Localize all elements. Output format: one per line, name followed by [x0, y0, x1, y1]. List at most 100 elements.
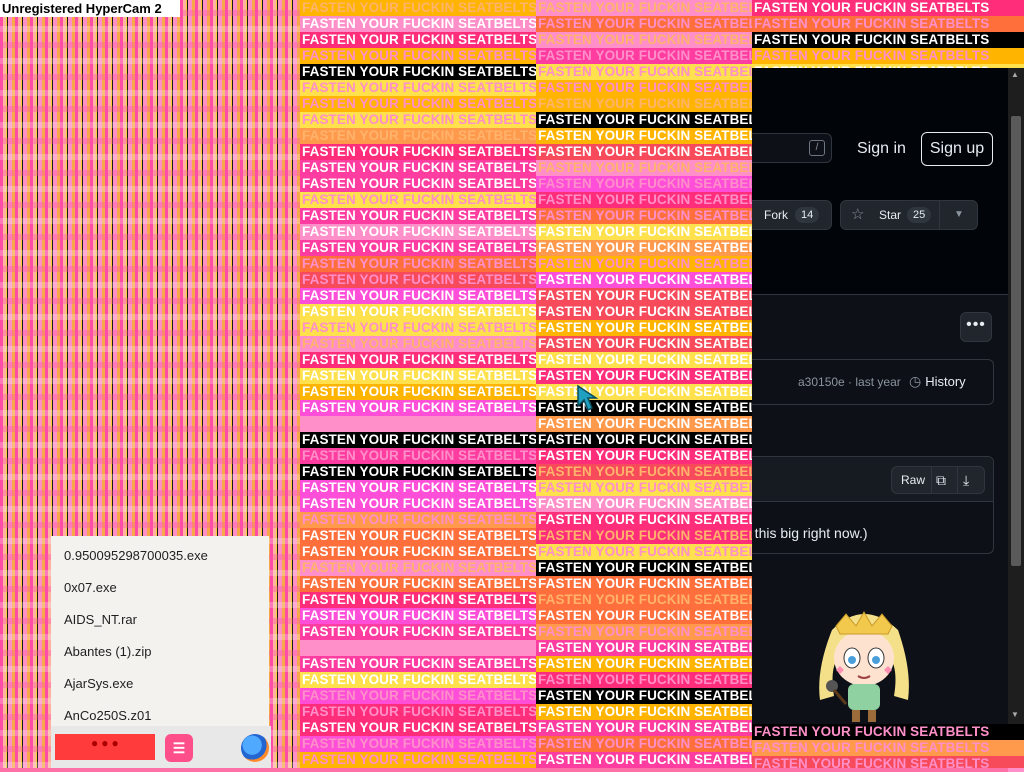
glitch-banner-text: FASTEN YOUR FUCKIN SEATBELTS	[536, 464, 752, 480]
search-input[interactable]: /	[752, 133, 832, 163]
copy-icon[interactable]: ⧉	[936, 467, 946, 493]
glitch-banner-text: FASTEN YOUR FUCKIN SEATBELTS	[300, 672, 536, 688]
history-label: History	[925, 374, 966, 389]
glitch-banner-text: FASTEN YOUR FUCKIN SEATBELTS	[536, 288, 752, 304]
sign-in-link[interactable]: Sign in	[857, 140, 906, 158]
glitch-banner-text: FASTEN YOUR FUCKIN SEATBELTS	[536, 720, 752, 736]
glitch-banner-text: FASTEN YOUR FUCKIN SEATBELTS	[300, 192, 536, 208]
github-header: / Sign in Sign up	[752, 110, 1008, 187]
file-viewer-header: Raw ⧉ ⤓	[752, 457, 993, 502]
star-button[interactable]: ☆ Star 25 ▼	[840, 200, 978, 230]
glitch-banner-text: FASTEN YOUR FUCKIN SEATBELTS	[536, 160, 752, 176]
glitch-banner-text: FASTEN YOUR FUCKIN SEATBELTS	[300, 448, 536, 464]
glitch-banner-text: FASTEN YOUR FUCKIN SEATBELTS	[536, 480, 752, 496]
glitch-banner-text: FASTEN YOUR FUCKIN SEATBELTS	[300, 176, 536, 192]
download-icon[interactable]: ⤓	[963, 467, 969, 493]
glitch-banner-text: FASTEN YOUR FUCKIN SEATBELTS	[536, 592, 752, 608]
glitch-banner-text: FASTEN YOUR FUCKIN SEATBELTS	[536, 16, 752, 32]
file-list-item[interactable]: Abantes (1).zip	[64, 644, 151, 659]
glitch-banner-text: FASTEN YOUR FUCKIN SEATBELTS	[536, 144, 752, 160]
glitch-banner-text: FASTEN YOUR FUCKIN SEATBELTS	[536, 704, 752, 720]
glitch-banner-text: FASTEN YOUR FUCKIN SEATBELTS	[300, 640, 536, 656]
file-list-popup: 0.950095298700035.exe 0x07.exe AIDS_NT.r…	[51, 536, 269, 728]
glitch-banner-text: FASTEN YOUR FUCKIN SEATBELTS	[300, 736, 536, 752]
glitch-banner-text: FASTEN YOUR FUCKIN SEATBELTS	[536, 368, 752, 384]
commit-info[interactable]: a30150e · last year	[798, 375, 901, 389]
glitch-banner-text: FASTEN YOUR FUCKIN SEATBELTS	[536, 512, 752, 528]
raw-button-group[interactable]: Raw ⧉ ⤓	[891, 466, 985, 494]
glitch-banner-text: FASTEN YOUR FUCKIN SEATBELTS	[300, 560, 536, 576]
glitch-banner-text: FASTEN YOUR FUCKIN SEATBELTS	[536, 240, 752, 256]
glitch-banner-text: FASTEN YOUR FUCKIN SEATBELTS	[300, 528, 536, 544]
glitch-banner-text: FASTEN YOUR FUCKIN SEATBELTS	[300, 208, 536, 224]
glitch-banner-text: FASTEN YOUR FUCKIN SEATBELTS	[300, 32, 536, 48]
glitch-banner-text: FASTEN YOUR FUCKIN SEATBELTS	[300, 656, 536, 672]
glitch-banner-text: FASTEN YOUR FUCKIN SEATBELTS	[300, 352, 536, 368]
page-scrollbar[interactable]: ▲ ▼	[1008, 68, 1024, 724]
glitch-banner-text: FASTEN YOUR FUCKIN SEATBELTS	[300, 384, 536, 400]
glitch-banner-text: FASTEN YOUR FUCKIN SEATBELTS	[300, 304, 536, 320]
glitch-banner-text: FASTEN YOUR FUCKIN SEATBELTS	[300, 608, 536, 624]
glitch-banner-text: FASTEN YOUR FUCKIN SEATBELTS	[536, 320, 752, 336]
glitch-banner-text: FASTEN YOUR FUCKIN SEATBELTS	[536, 640, 752, 656]
file-list-item[interactable]: 0.950095298700035.exe	[64, 548, 208, 563]
glitch-banner-text: FASTEN YOUR FUCKIN SEATBELTS	[300, 288, 536, 304]
glitch-banner-text: FASTEN YOUR FUCKIN SEATBELTS	[536, 224, 752, 240]
chevron-down-icon[interactable]: ▼	[954, 201, 964, 229]
glitch-banner-text: FASTEN YOUR FUCKIN SEATBELTS	[536, 112, 752, 128]
glitch-banner-text: FASTEN YOUR FUCKIN SEATBELTS	[300, 80, 536, 96]
glitch-banner-text: FASTEN YOUR FUCKIN SEATBELTS	[536, 544, 752, 560]
glitch-banner-text: FASTEN YOUR FUCKIN SEATBELTS	[300, 128, 536, 144]
star-icon: ☆	[851, 206, 865, 223]
more-options-button[interactable]: •••	[960, 312, 992, 342]
glitch-banner-text: FASTEN YOUR FUCKIN SEATBELTS	[300, 576, 536, 592]
glitch-banner-text: FASTEN YOUR FUCKIN SEATBELTS	[536, 64, 752, 80]
glitch-banner-text: FASTEN YOUR FUCKIN SEATBELTS	[300, 720, 536, 736]
glitch-banner-text: FASTEN YOUR FUCKIN SEATBELTS	[536, 208, 752, 224]
file-list-item[interactable]: 0x07.exe	[64, 580, 117, 595]
glitch-banner-text: FASTEN YOUR FUCKIN SEATBELTS	[536, 400, 752, 416]
sign-up-button[interactable]: Sign up	[921, 132, 993, 166]
history-button[interactable]: ◷ History	[909, 373, 966, 390]
glitch-banner-text: FASTEN YOUR FUCKIN SEATBELTS	[300, 400, 536, 416]
taskbar-strip: ●●● ☰	[51, 726, 271, 768]
scroll-down-icon[interactable]: ▼	[1011, 710, 1019, 719]
scroll-thumb[interactable]	[1011, 116, 1021, 566]
glitch-banner-text: FASTEN YOUR FUCKIN SEATBELTS	[300, 752, 536, 768]
glitch-banner-text: FASTEN YOUR FUCKIN SEATBELTS	[536, 560, 752, 576]
glitch-banner-text: FASTEN YOUR FUCKIN SEATBELTS	[536, 608, 752, 624]
glitch-banner-text: FASTEN YOUR FUCKIN SEATBELTS	[752, 756, 1024, 768]
glitch-banner-text: FASTEN YOUR FUCKIN SEATBELTS	[536, 656, 752, 672]
notes-app-icon[interactable]: ☰	[165, 734, 193, 762]
glitch-banner-text: FASTEN YOUR FUCKIN SEATBELTS	[536, 336, 752, 352]
scroll-up-icon[interactable]: ▲	[1011, 70, 1019, 79]
glitch-banner-text: FASTEN YOUR FUCKIN SEATBELTS	[536, 96, 752, 112]
fork-button[interactable]: Fork 14	[752, 200, 832, 230]
glitch-banner-text: FASTEN YOUR FUCKIN SEATBELTS	[300, 0, 536, 16]
glitch-banner-text: FASTEN YOUR FUCKIN SEATBELTS	[300, 464, 536, 480]
glitch-banner-column: FASTEN YOUR FUCKIN SEATBELTSFASTEN YOUR …	[536, 0, 752, 768]
glitch-banner-text: FASTEN YOUR FUCKIN SEATBELTS	[300, 96, 536, 112]
file-list-item[interactable]: AjarSys.exe	[64, 676, 133, 691]
search-shortcut-key: /	[809, 140, 825, 156]
glitch-banner-text: FASTEN YOUR FUCKIN SEATBELTS	[536, 752, 752, 768]
file-viewer: Raw ⧉ ⤓ e this big right now.)	[752, 456, 994, 554]
raw-button[interactable]: Raw	[901, 467, 925, 493]
glitch-banner-text: FASTEN YOUR FUCKIN SEATBELTS	[300, 240, 536, 256]
glitch-banner-text: FASTEN YOUR FUCKIN SEATBELTS	[536, 32, 752, 48]
glitch-banner-text: FASTEN YOUR FUCKIN SEATBELTS	[752, 16, 1024, 32]
glitch-banner-text: FASTEN YOUR FUCKIN SEATBELTS	[536, 176, 752, 192]
glitch-banner-text: FASTEN YOUR FUCKIN SEATBELTS	[536, 256, 752, 272]
glitch-banner-text: FASTEN YOUR FUCKIN SEATBELTS	[536, 672, 752, 688]
browser-app-icon[interactable]	[241, 734, 269, 762]
glitch-banner-text: FASTEN YOUR FUCKIN SEATBELTS	[536, 128, 752, 144]
copy-separator	[957, 467, 958, 493]
glitch-banner-text: FASTEN YOUR FUCKIN SEATBELTS	[300, 688, 536, 704]
taskbar-dots-icon: ●●●	[91, 736, 122, 750]
raw-separator	[931, 467, 932, 493]
glitch-banner-text: FASTEN YOUR FUCKIN SEATBELTS	[752, 32, 1024, 48]
file-list-item[interactable]: AIDS_NT.rar	[64, 612, 137, 627]
file-list-item[interactable]: AnCo250S.z01	[64, 708, 151, 723]
glitch-banner-text: FASTEN YOUR FUCKIN SEATBELTS	[300, 256, 536, 272]
glitch-banner-text: FASTEN YOUR FUCKIN SEATBELTS	[536, 272, 752, 288]
